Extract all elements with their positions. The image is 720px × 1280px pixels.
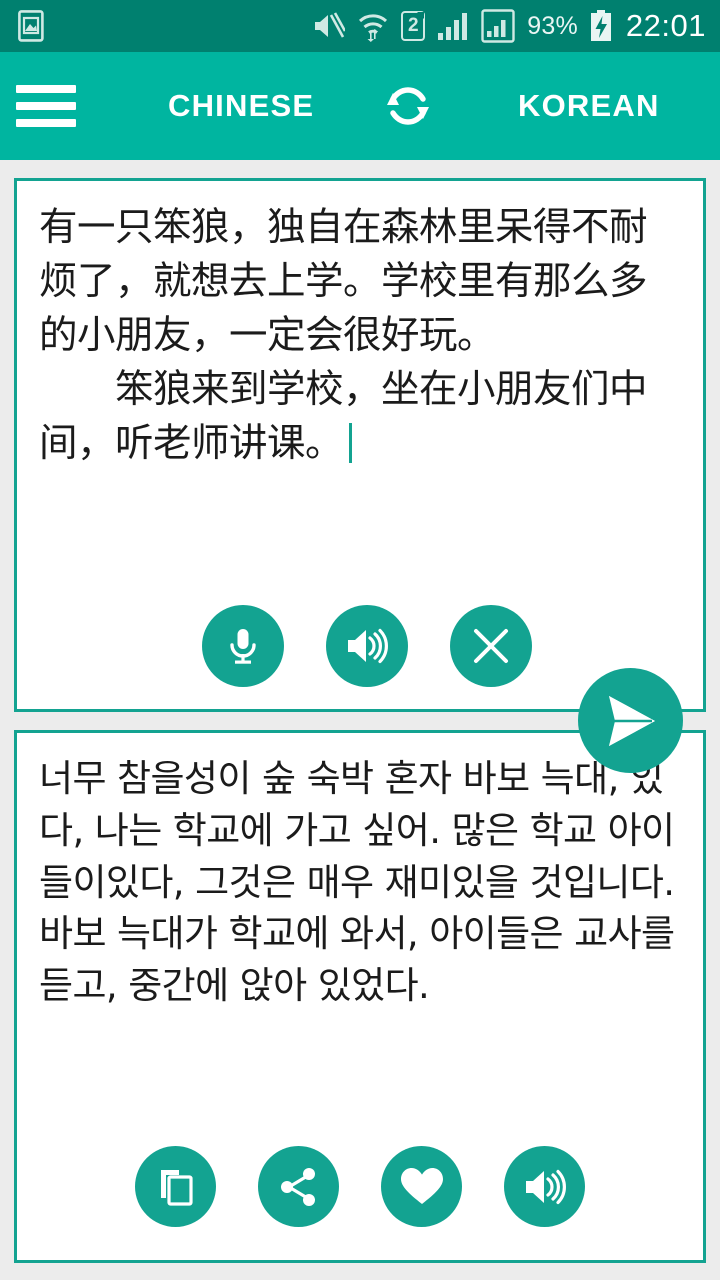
source-action-row	[17, 605, 703, 687]
source-text-card: 有一只笨狼，独自在森林里呆得不耐烦了，就想去上学。学校里有那么多的小朋友，一定会…	[14, 178, 706, 712]
target-language-button[interactable]: KOREAN	[518, 88, 660, 124]
copy-icon	[156, 1166, 196, 1208]
battery-charging-icon	[590, 10, 612, 42]
text-cursor	[349, 422, 353, 463]
hamburger-bar	[16, 102, 76, 110]
translation-text: 너무 참을성이 숲 숙박 혼자 바보 늑대, 있다, 나는 학교에 가고 싶어.…	[39, 757, 675, 1008]
signal-bars-icon	[437, 11, 469, 41]
source-text[interactable]: 有一只笨狼，独自在森林里呆得不耐烦了，就想去上学。学校里有那么多的小朋友，一定会…	[39, 205, 648, 466]
send-icon	[600, 691, 662, 751]
signal-bars-boxed-icon	[481, 9, 515, 43]
volume-muted-icon	[311, 11, 346, 41]
sim-slot-indicator: 2	[401, 11, 426, 41]
translation-card: 너무 참을성이 숲 숙박 혼자 바보 늑대, 있다, 나는 학교에 가고 싶어.…	[14, 730, 706, 1263]
status-bar-notifications	[18, 10, 44, 42]
speak-source-button[interactable]	[326, 605, 408, 687]
swap-languages-icon[interactable]	[375, 73, 441, 139]
share-button[interactable]	[258, 1146, 339, 1227]
clear-text-button[interactable]	[450, 605, 532, 687]
translation-text-area: 너무 참을성이 숲 숙박 혼자 바보 늑대, 있다, 나는 학교에 가고 싶어.…	[17, 733, 703, 1012]
translator-screen: 2 93% 22:01 CHINESE KOREAN 有一只笨狼，独自在森林里呆…	[0, 0, 720, 1280]
microphone-button[interactable]	[202, 605, 284, 687]
speaker-icon	[523, 1167, 567, 1207]
hamburger-bar	[16, 119, 76, 127]
source-language-button[interactable]: CHINESE	[168, 88, 314, 124]
source-text-area[interactable]: 有一只笨狼，独自在森林里呆得不耐烦了，就想去上学。学校里有那么多的小朋友，一定会…	[17, 181, 703, 470]
close-icon	[470, 625, 512, 667]
speak-translation-button[interactable]	[504, 1146, 585, 1227]
heart-icon	[399, 1166, 445, 1208]
share-icon	[278, 1166, 320, 1208]
hamburger-bar	[16, 85, 76, 93]
favorite-button[interactable]	[381, 1146, 462, 1227]
app-bar: CHINESE KOREAN	[0, 52, 720, 160]
wifi-transfer-icon	[357, 10, 389, 42]
speaker-icon	[345, 626, 389, 666]
translate-send-button[interactable]	[578, 668, 683, 773]
status-bar: 2 93% 22:01	[0, 0, 720, 52]
status-bar-clock: 22:01	[625, 8, 706, 43]
hamburger-menu-icon[interactable]	[16, 79, 88, 133]
status-bar-icons: 2 93% 22:01	[311, 8, 706, 44]
battery-percent-label: 93%	[527, 11, 578, 40]
gallery-icon	[18, 10, 44, 42]
copy-button[interactable]	[135, 1146, 216, 1227]
translation-action-row	[17, 1146, 703, 1227]
microphone-icon	[223, 625, 263, 667]
